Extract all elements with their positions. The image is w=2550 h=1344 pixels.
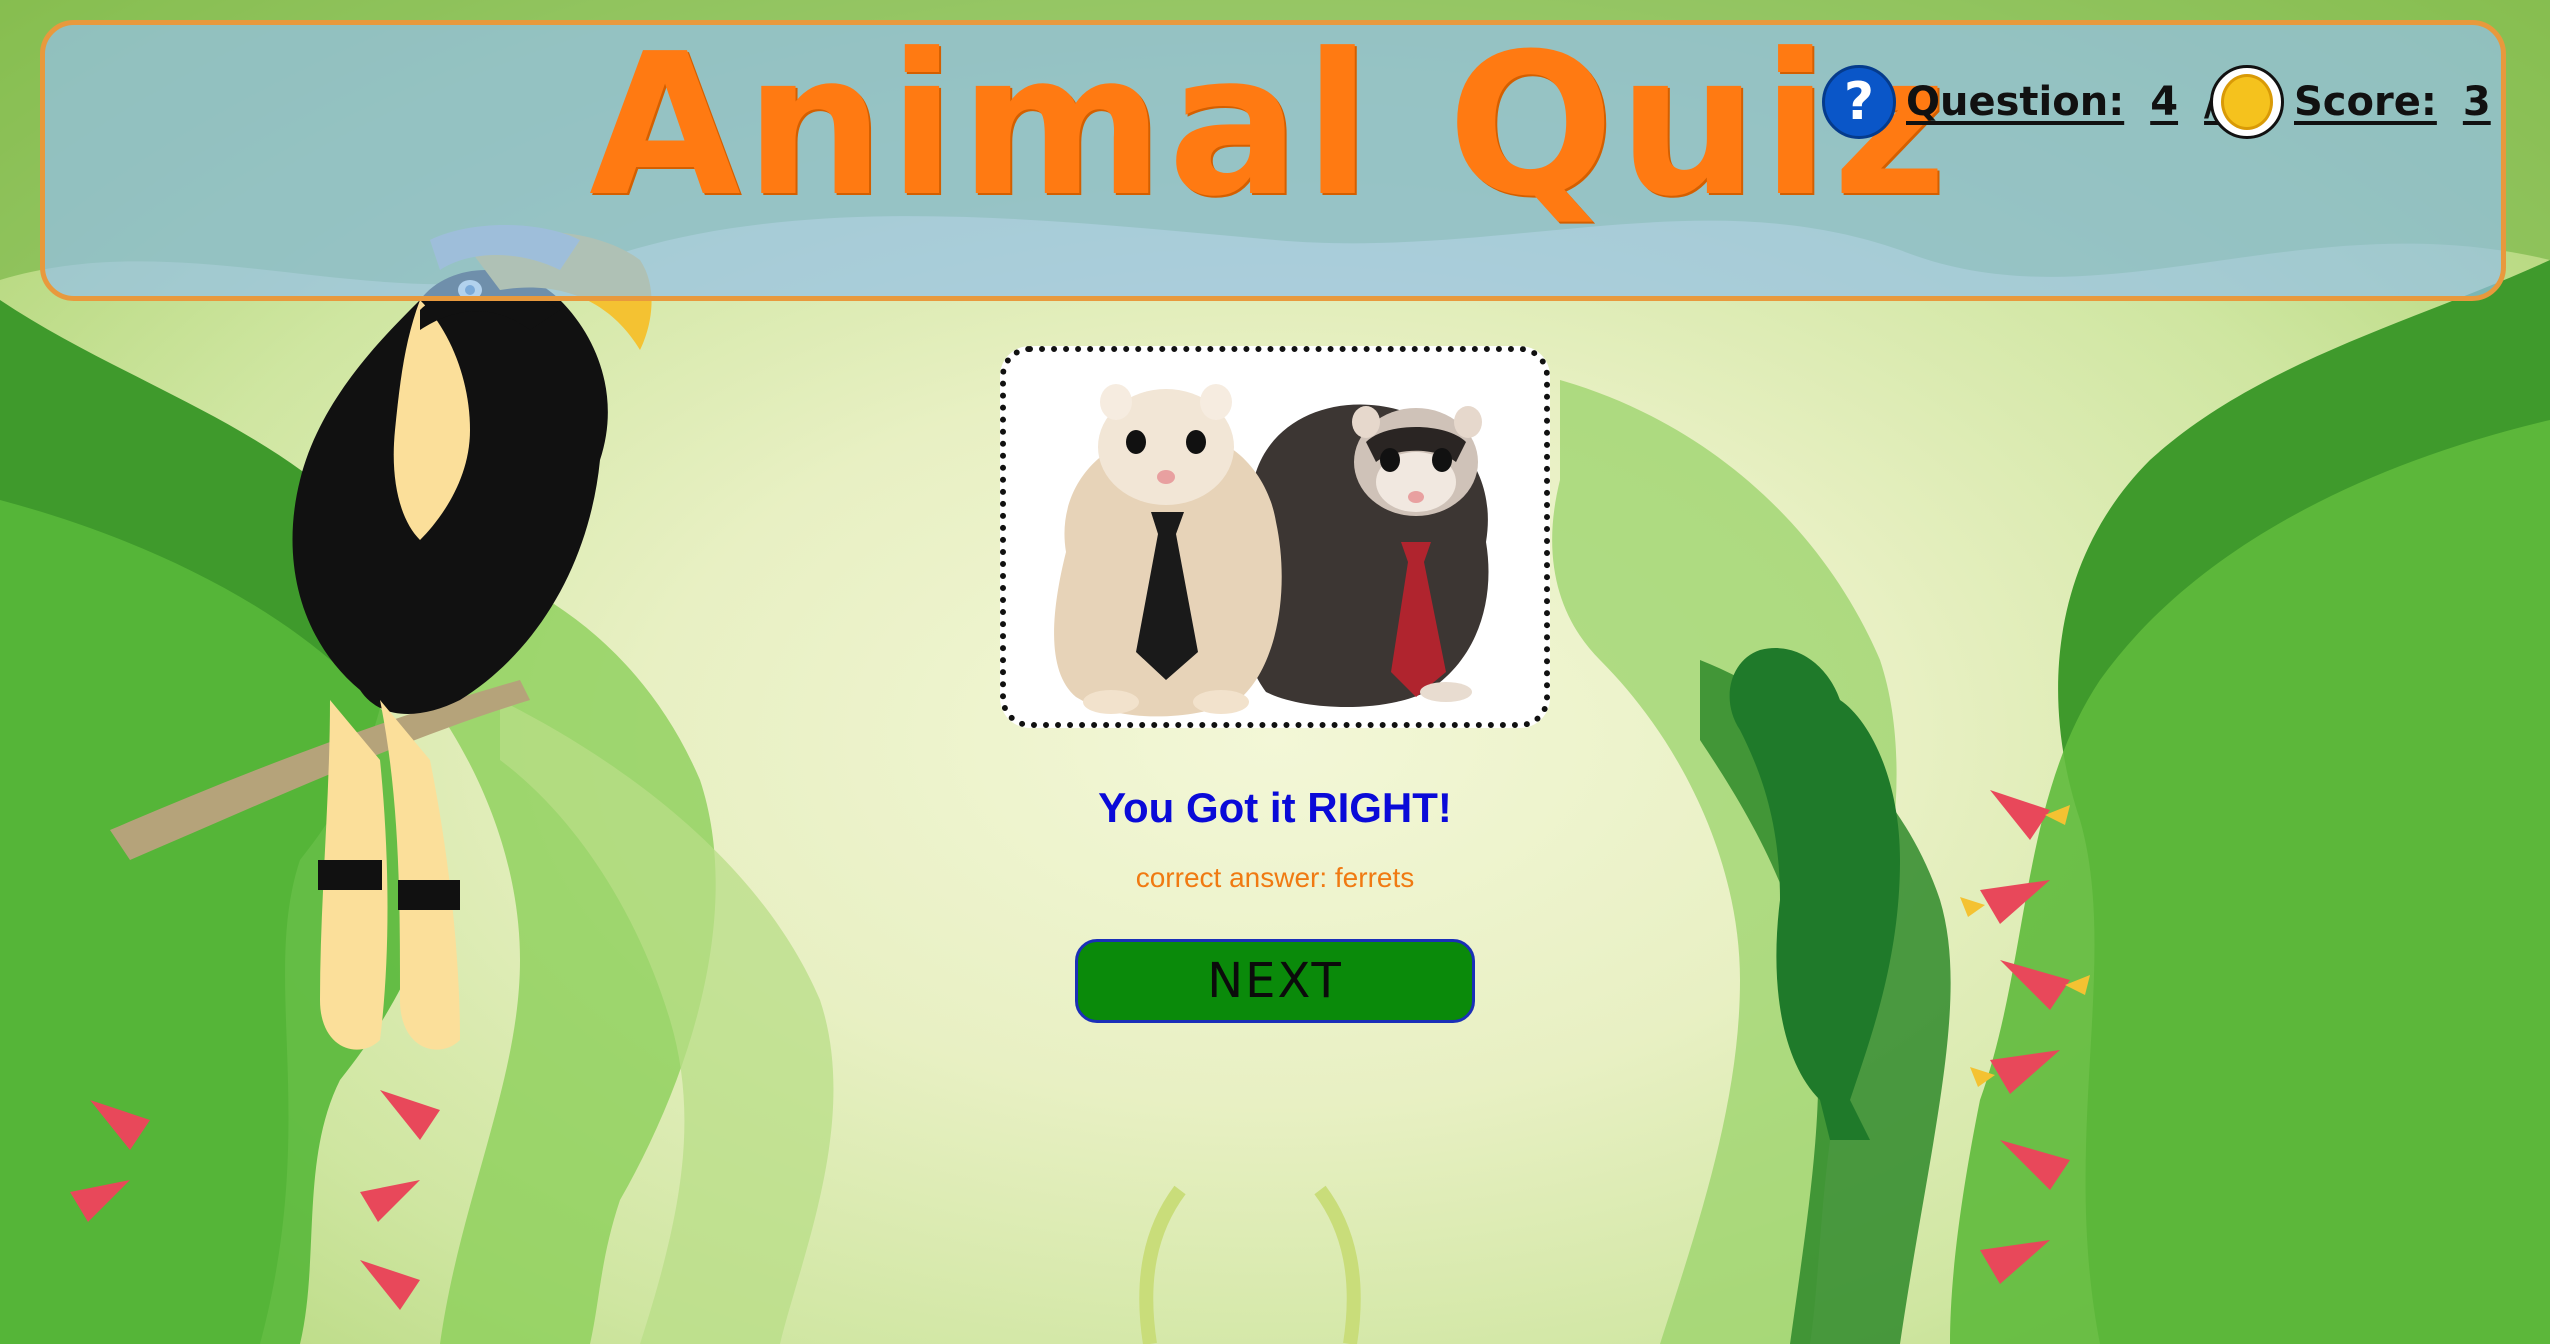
score-value: 3 [2462,79,2491,125]
question-label: Question: [1906,79,2125,125]
coin-icon [2210,65,2284,139]
question-counter: ? Question: 4 /5 [1822,65,2247,139]
score-counter: Score: 3 [2210,65,2491,139]
question-current: 4 [2150,79,2179,125]
next-button[interactable]: NEXT [1075,939,1475,1023]
score-label: Score: [2294,79,2437,125]
animal-photo [1000,346,1550,728]
question-mark-icon: ? [1822,65,1896,139]
correct-answer-text: correct answer: ferrets [1135,862,1415,893]
ferrets-image [1006,352,1544,722]
feedback-message: You Got it RIGHT! [1098,784,1452,831]
